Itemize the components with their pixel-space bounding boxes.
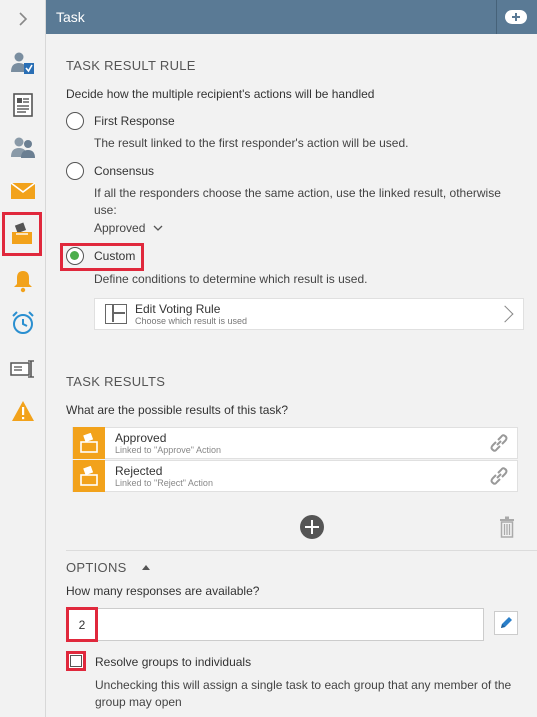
custom-description: Define conditions to determine which res… [94, 272, 368, 286]
edit-button[interactable] [494, 611, 518, 635]
consensus-dropdown-value: Approved [94, 221, 146, 235]
layout-icon [105, 304, 127, 324]
radio-consensus-label[interactable]: Consensus [94, 164, 154, 178]
result-name: Rejected [115, 464, 163, 478]
result-item-rejected[interactable]: Rejected Linked to "Reject" Action [72, 460, 518, 492]
edit-voting-rule-title: Edit Voting Rule [135, 302, 221, 316]
result-linked-action: Linked to "Approve" Action [115, 445, 221, 455]
responses-question: How many responses are available? [66, 584, 260, 598]
bell-icon[interactable] [6, 264, 40, 298]
expand-panel-icon[interactable] [505, 10, 527, 24]
user-check-icon[interactable] [6, 46, 40, 80]
radio-custom[interactable] [66, 247, 84, 265]
result-name: Approved [115, 431, 167, 445]
warning-icon[interactable] [6, 394, 40, 428]
task-result-rule-description: Decide how the multiple recipient's acti… [66, 87, 375, 101]
users-icon[interactable] [6, 130, 40, 164]
task-properties-panel: TASK RESULT RULE Decide how the multiple… [46, 40, 537, 717]
radio-first-response-label[interactable]: First Response [94, 114, 175, 128]
link-icon[interactable] [487, 431, 511, 455]
chevron-down-icon [153, 225, 163, 231]
add-result-button[interactable] [300, 515, 324, 539]
task-results-title: TASK RESULTS [66, 374, 166, 389]
radio-first-response[interactable] [66, 112, 84, 130]
panel-title: Task [56, 9, 85, 25]
chevron-right-icon [496, 305, 514, 323]
resolve-groups-help: Unchecking this will assign a single tas… [95, 678, 512, 709]
panel-header: Task [46, 0, 537, 34]
result-linked-action: Linked to "Reject" Action [115, 478, 213, 488]
resolve-groups-label[interactable]: Resolve groups to individuals [95, 655, 251, 669]
radio-custom-label[interactable]: Custom [94, 249, 135, 263]
task-result-rule-title: TASK RESULT RULE [66, 58, 196, 73]
result-item-approved[interactable]: Approved Linked to "Approve" Action [72, 427, 518, 459]
text-cursor-icon[interactable] [6, 352, 40, 386]
ballot-box-icon [73, 460, 105, 492]
edit-voting-rule-subtitle: Choose which result is used [135, 316, 248, 326]
collapse-caret-icon[interactable] [142, 565, 150, 570]
consensus-description: If all the responders choose the same ac… [94, 186, 501, 217]
header-divider [496, 0, 497, 34]
ballot-box-icon[interactable] [2, 212, 42, 256]
chevron-right-icon[interactable] [6, 2, 40, 36]
envelope-icon[interactable] [6, 174, 40, 208]
alarm-clock-icon[interactable] [6, 306, 40, 340]
first-response-description: The result linked to the first responder… [94, 136, 409, 150]
consensus-dropdown[interactable]: Approved [94, 220, 163, 237]
task-results-description: What are the possible results of this ta… [66, 403, 289, 417]
resolve-groups-checkbox[interactable] [70, 655, 82, 667]
options-title[interactable]: OPTIONS [66, 560, 127, 575]
section-divider [66, 550, 537, 551]
link-icon[interactable] [487, 464, 511, 488]
edit-voting-rule-button[interactable]: Edit Voting Rule Choose which result is … [94, 298, 524, 330]
pencil-icon [501, 617, 512, 628]
trash-icon[interactable] [499, 516, 515, 538]
left-rail [0, 0, 46, 717]
responses-input[interactable] [66, 608, 484, 641]
radio-consensus[interactable] [66, 162, 84, 180]
ballot-box-icon [73, 427, 105, 459]
document-form-icon[interactable] [6, 88, 40, 122]
responses-value[interactable]: 2 [66, 607, 98, 642]
